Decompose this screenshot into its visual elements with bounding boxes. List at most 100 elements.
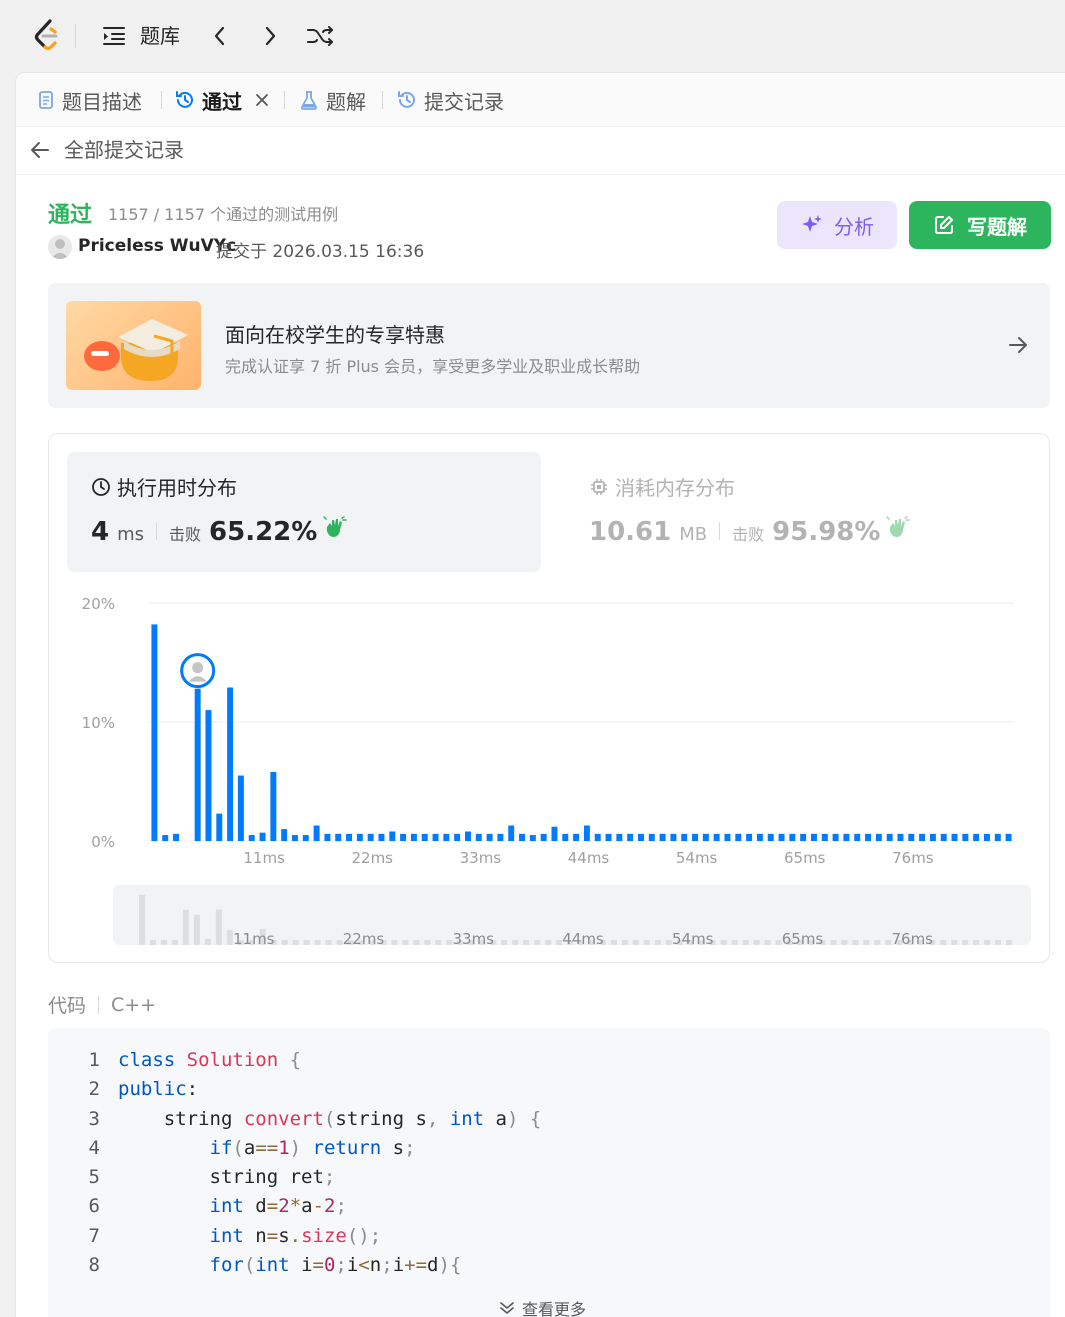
runtime-bar — [400, 833, 407, 841]
student-promo-banner[interactable]: 面向在校学生的专享特惠 完成认证享 7 折 Plus 会员，享受更多学业及职业成… — [48, 283, 1050, 408]
top-nav: 题库 — [0, 0, 1065, 72]
runtime-distribution-chart[interactable]: 20% 10% 0% 11ms 22ms 33ms 44ms 54ms 65ms 76ms 11… — [49, 579, 1049, 959]
runtime-bar — [378, 833, 385, 841]
overview-bar — [731, 940, 738, 945]
nav-divider — [75, 24, 76, 48]
overview-tick-label: 11ms — [233, 930, 275, 948]
runtime-bar — [573, 833, 580, 841]
divider — [98, 995, 100, 1014]
runtime-bar — [983, 833, 990, 841]
runtime-bar — [486, 833, 493, 841]
edit-icon — [935, 216, 953, 234]
runtime-bar — [497, 833, 504, 841]
overview-bar — [632, 940, 639, 945]
runtime-bar — [562, 833, 569, 841]
memory-beat-pct: 95.98% — [772, 517, 881, 547]
code-lines: 1 class Solution {2 public: 3 string conver… — [48, 1046, 542, 1280]
leetcode-logo[interactable] — [30, 18, 66, 54]
back-label[interactable]: 全部提交记录 — [64, 136, 184, 164]
runtime-bar — [843, 833, 850, 841]
runtime-bar — [594, 833, 601, 841]
promo-subtitle: 完成认证享 7 折 Plus 会员，享受更多学业及职业成长帮助 — [225, 357, 641, 376]
runtime-bar — [800, 833, 807, 841]
runtime-bar — [508, 825, 515, 841]
runtime-bar — [313, 825, 320, 841]
overview-bar — [292, 940, 299, 945]
code-header: 代码 C++ — [48, 991, 156, 1018]
overview-bar — [325, 940, 332, 945]
username[interactable]: Priceless WuVYc — [78, 236, 236, 256]
status-accepted: 通过 — [48, 203, 93, 228]
test-cases-passed: 1157 / 1157 个通过的测试用例 — [108, 205, 339, 224]
runtime-bar — [248, 835, 255, 841]
code-block[interactable]: 1 class Solution {2 public: 3 string conver… — [48, 1028, 1050, 1317]
shuffle-icon[interactable] — [304, 22, 336, 50]
runtime-bar — [648, 833, 655, 841]
submitted-time: 提交于 2026.03.15 16:36 — [216, 242, 425, 262]
runtime-bar — [929, 833, 936, 841]
analyze-button[interactable]: 分析 — [777, 201, 897, 249]
overview-bar — [281, 940, 288, 945]
line-number: 3 — [88, 1107, 100, 1130]
tab-accepted[interactable]: 通过 — [174, 86, 276, 114]
runtime-bar — [302, 835, 309, 841]
x-tick-label: 65ms — [784, 849, 826, 867]
memory-card[interactable]: 消耗内存分布 10.61 MB 击败 95.98% — [565, 452, 1039, 572]
back-row[interactable]: 全部提交记录 — [16, 128, 1065, 175]
chevron-left-icon[interactable] — [206, 22, 234, 50]
nav-title[interactable]: 题库 — [140, 22, 180, 50]
runtime-title-text: 执行用时分布 — [117, 476, 237, 500]
divider — [156, 522, 158, 540]
chart-range-overview: 11ms 22ms 33ms 44ms 54ms 65ms 76ms — [113, 885, 1031, 948]
tab-submissions[interactable]: 提交记录 — [396, 86, 504, 114]
tab-solutions[interactable]: 题解 — [298, 86, 366, 114]
avatar[interactable] — [48, 235, 72, 259]
overview-bar — [139, 894, 146, 945]
runtime-bar — [227, 687, 234, 841]
overview-tick-label: 65ms — [782, 930, 824, 948]
runtime-bar — [994, 833, 1001, 841]
overview-bar — [501, 940, 508, 945]
y-tick-label: 0% — [91, 833, 115, 851]
chevron-right-icon[interactable] — [256, 22, 284, 50]
overview-tick-label: 76ms — [891, 930, 933, 948]
runtime-bar — [973, 833, 980, 841]
tab-label: 提交记录 — [424, 89, 504, 114]
code-label: 代码 — [48, 995, 87, 1017]
runtime-bar — [529, 835, 536, 841]
runtime-bar — [832, 833, 839, 841]
runtime-bar — [778, 833, 785, 841]
write-solution-button[interactable]: 写题解 — [909, 201, 1051, 249]
overview-bar — [435, 940, 442, 945]
tab-description[interactable]: 题目描述 — [36, 86, 142, 114]
line-number: 7 — [88, 1224, 100, 1247]
close-icon[interactable] — [254, 92, 270, 108]
runtime-bar — [583, 825, 590, 841]
runtime-unit: ms — [117, 524, 145, 545]
overview-bar — [336, 940, 343, 945]
code-text: class Solution { — [118, 1049, 302, 1071]
chart-grid: 20% 10% 0% — [82, 595, 1014, 851]
runtime-bar — [389, 831, 396, 841]
overview-bar — [610, 940, 617, 945]
code-line: 7 int n=s.size(); — [48, 1222, 541, 1251]
runtime-bar — [421, 833, 428, 841]
x-tick-label: 44ms — [568, 849, 610, 867]
show-more-button[interactable]: 查看更多 — [498, 1296, 586, 1317]
runtime-number: 4 — [91, 517, 110, 547]
arrow-left-icon[interactable] — [28, 138, 52, 162]
runtime-bar — [1005, 833, 1012, 841]
runtime-bar — [702, 833, 709, 841]
x-tick-label: 76ms — [892, 849, 934, 867]
memory-title: 消耗内存分布 — [589, 472, 735, 501]
document-icon — [39, 91, 53, 109]
overview-bar — [775, 940, 782, 945]
x-tick-label: 33ms — [460, 849, 502, 867]
runtime-bar — [746, 833, 753, 841]
tab-label: 题解 — [326, 89, 366, 114]
runtime-card[interactable]: 执行用时分布 4 ms 击败 65.22% — [67, 452, 541, 572]
runtime-bar — [519, 833, 526, 841]
runtime-bar — [194, 688, 201, 841]
problem-list-icon[interactable] — [100, 22, 128, 50]
arrow-right-icon[interactable] — [1006, 333, 1030, 357]
